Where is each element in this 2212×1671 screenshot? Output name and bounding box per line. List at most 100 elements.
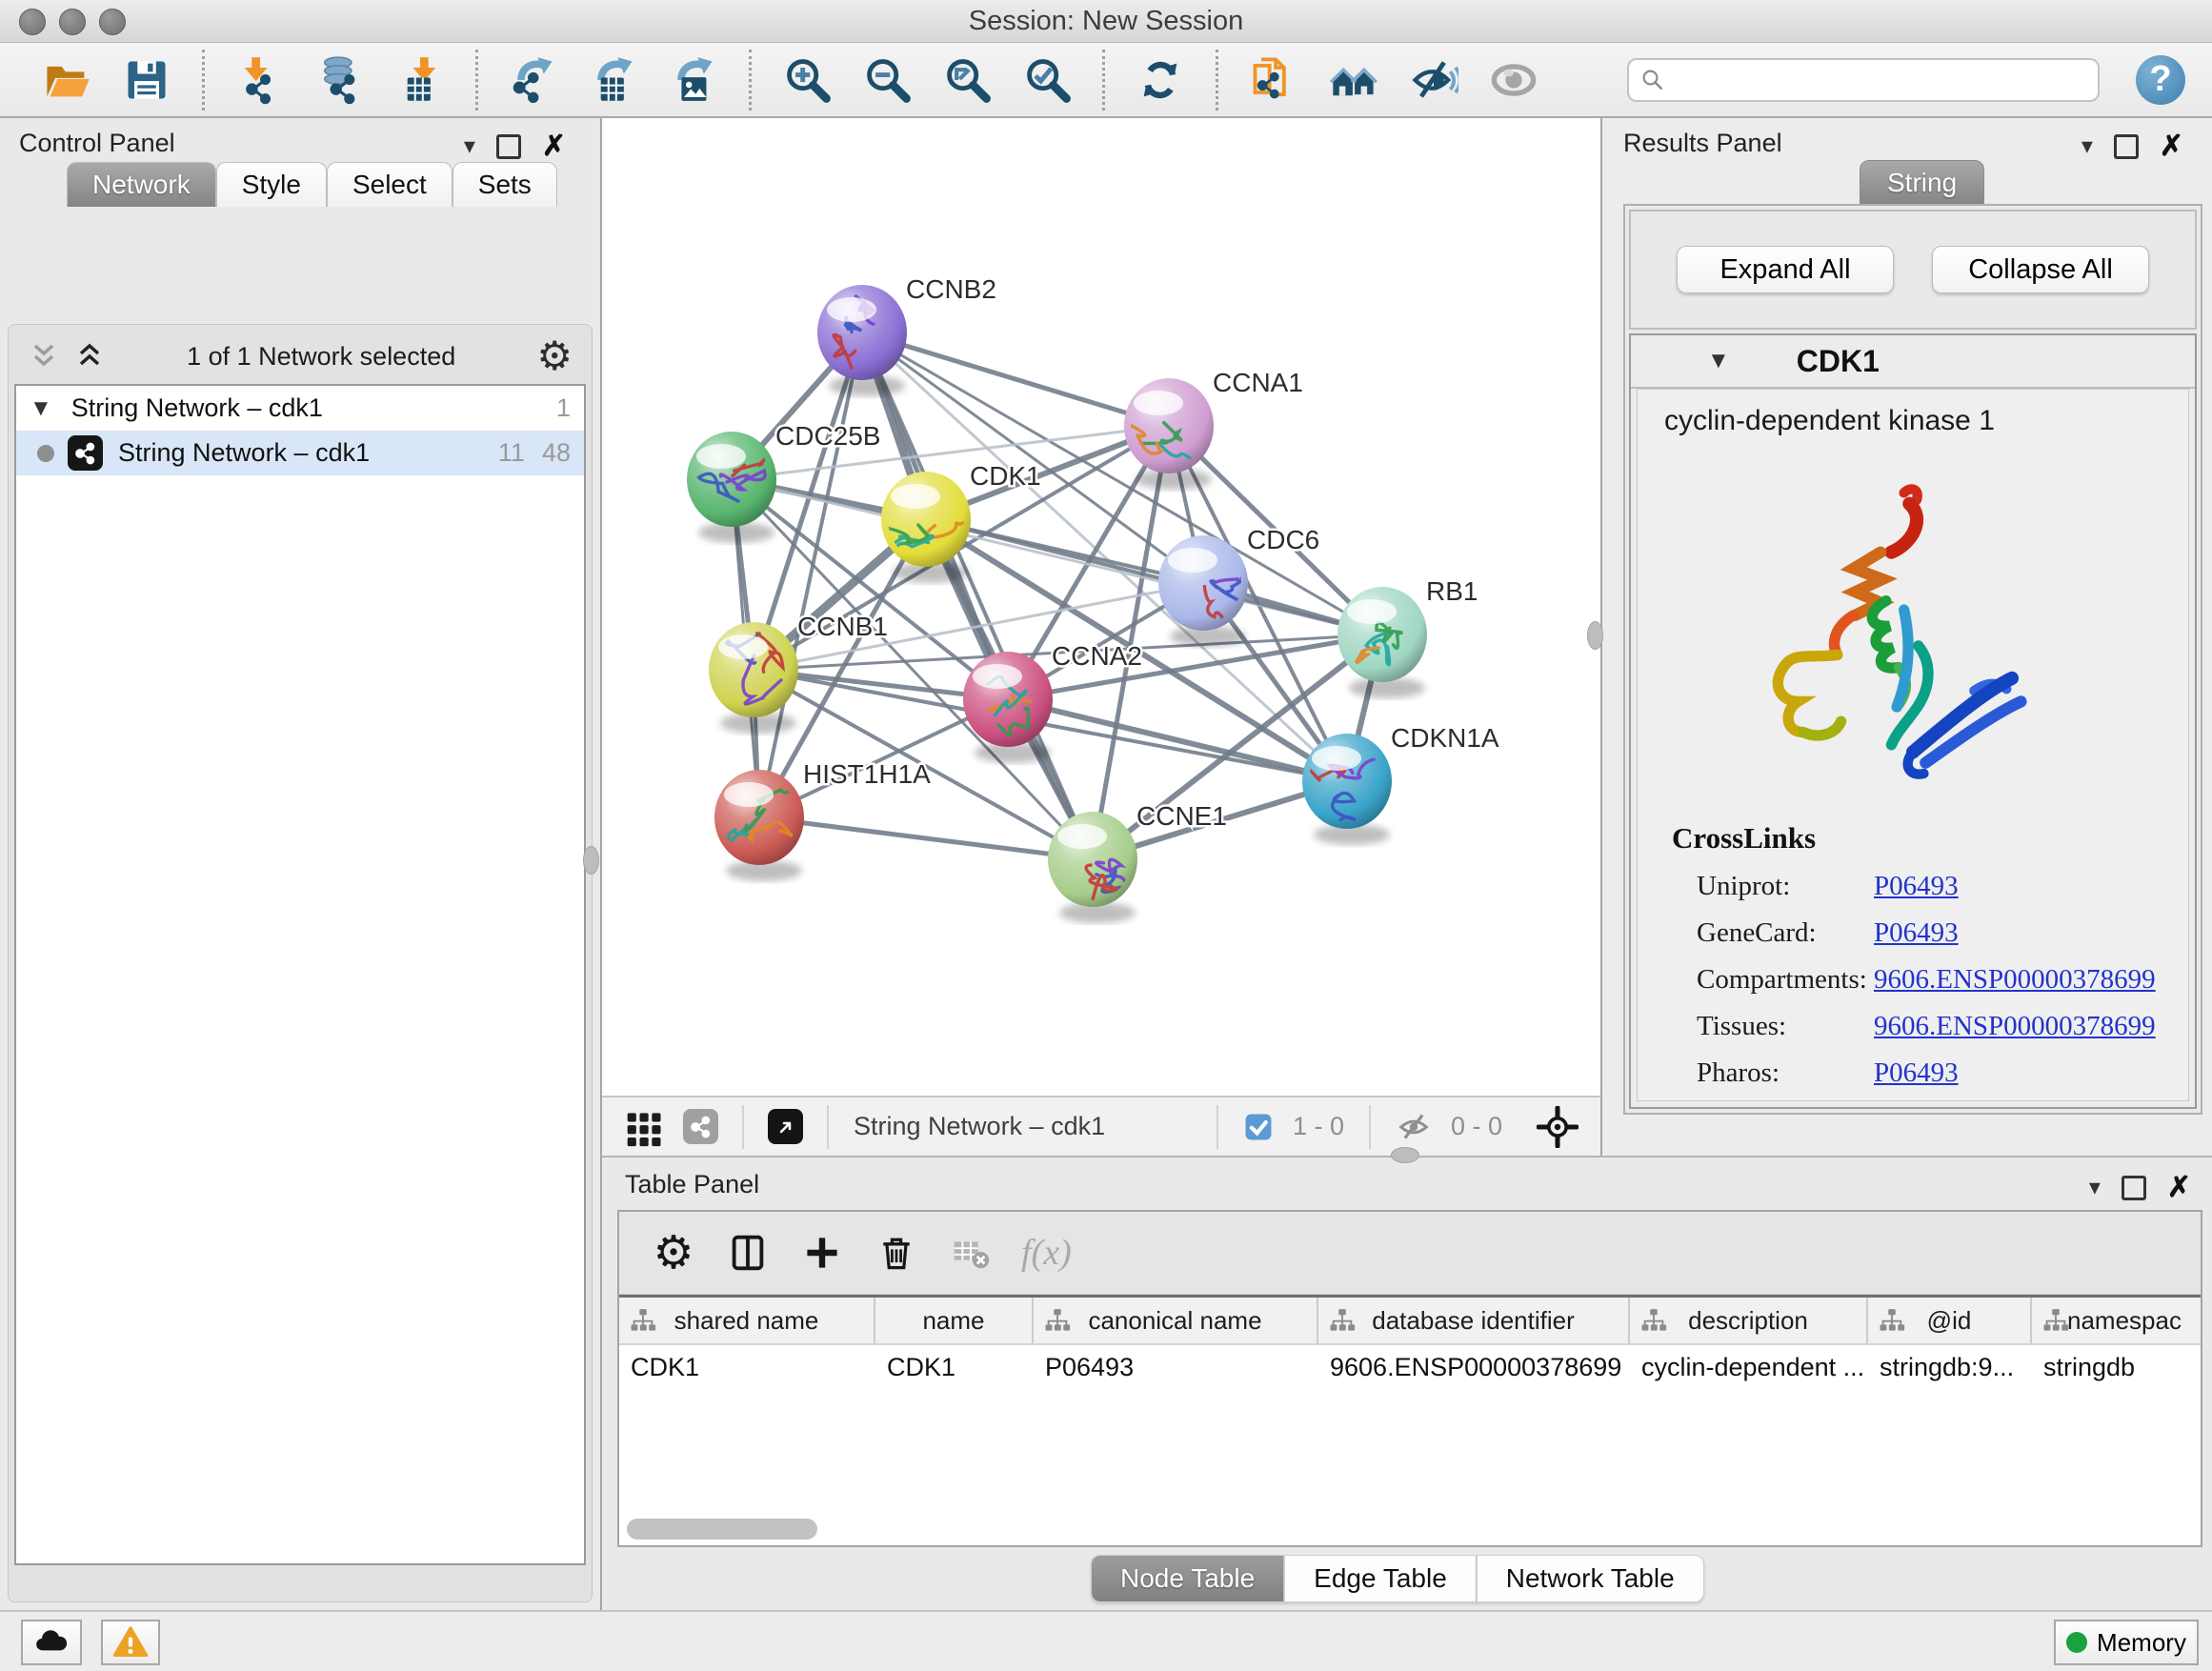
panel-menu-icon[interactable]: ▾ bbox=[2081, 132, 2093, 160]
float-panel-icon[interactable] bbox=[496, 134, 521, 159]
gene-card-header[interactable]: ▼ CDK1 bbox=[1631, 335, 2195, 389]
string-view-icon[interactable] bbox=[683, 1109, 718, 1144]
export-image-icon[interactable] bbox=[667, 53, 720, 107]
export-network-icon[interactable] bbox=[507, 53, 560, 107]
network-graph[interactable]: CCNB2CCNA1CDC25BCDK1CDC6RB1CCNB1CCNA2CDK… bbox=[602, 118, 1600, 1096]
help-button[interactable]: ? bbox=[2136, 55, 2185, 105]
cloud-button[interactable] bbox=[21, 1620, 82, 1665]
collapse-all-icon[interactable] bbox=[28, 340, 60, 372]
warning-icon bbox=[112, 1624, 149, 1661]
current-network-name: String Network – cdk1 bbox=[854, 1112, 1105, 1141]
houses-icon[interactable] bbox=[1327, 53, 1380, 107]
edge-HIST1H1A-CCNE1[interactable] bbox=[759, 817, 1093, 859]
node-CCNB1[interactable] bbox=[709, 622, 798, 734]
close-panel-icon[interactable]: ✗ bbox=[2160, 130, 2183, 163]
zoom-selected-icon[interactable] bbox=[1020, 53, 1074, 107]
zoom-out-icon[interactable] bbox=[860, 53, 914, 107]
node-CCNA2[interactable] bbox=[963, 652, 1053, 763]
network-options-gear-icon[interactable]: ⚙ bbox=[536, 336, 573, 376]
crosslink-link[interactable]: 9606.ENSP00000378699 bbox=[1874, 1011, 2156, 1042]
search-input[interactable] bbox=[1667, 61, 2088, 99]
float-panel-icon[interactable] bbox=[2122, 1176, 2146, 1200]
left-splitter-handle[interactable] bbox=[583, 846, 599, 875]
fit-content-crosshair-icon[interactable] bbox=[1537, 1106, 1579, 1148]
refresh-icon[interactable] bbox=[1134, 53, 1187, 107]
table-row[interactable]: CDK1CDK1P064939606.ENSP00000378699cyclin… bbox=[619, 1345, 2201, 1389]
import-database-icon[interactable] bbox=[313, 53, 367, 107]
string-network-icon bbox=[68, 435, 103, 471]
column-header-database-identifier[interactable]: database identifier bbox=[1318, 1298, 1630, 1343]
toolbar-separator bbox=[1102, 50, 1105, 111]
crosslink-link[interactable]: P06493 bbox=[1874, 917, 1959, 949]
float-panel-icon[interactable] bbox=[2114, 134, 2139, 159]
right-splitter-handle[interactable] bbox=[1587, 621, 1603, 650]
control-panel-title: Control Panel bbox=[19, 122, 175, 164]
node-CDC25B[interactable] bbox=[687, 432, 787, 543]
memory-button[interactable]: Memory bbox=[2054, 1620, 2199, 1665]
edge-CCNB2-CCNA1[interactable] bbox=[862, 332, 1169, 426]
crosslink-row: Pharos:P06493 bbox=[1672, 1057, 2188, 1089]
delete-column-trash-icon[interactable] bbox=[871, 1227, 922, 1278]
expand-all-icon[interactable] bbox=[73, 340, 106, 372]
bottom-splitter-handle[interactable] bbox=[1391, 1147, 1419, 1163]
panel-menu-icon[interactable]: ▾ bbox=[2089, 1174, 2101, 1201]
show-columns-icon[interactable] bbox=[722, 1227, 774, 1278]
close-panel-icon[interactable]: ✗ bbox=[542, 130, 566, 163]
grid-view-icon[interactable] bbox=[624, 1106, 666, 1148]
tab-node-table[interactable]: Node Table bbox=[1091, 1555, 1284, 1602]
panel-menu-icon[interactable]: ▾ bbox=[464, 132, 475, 160]
add-column-plus-icon[interactable] bbox=[796, 1227, 848, 1278]
node-RB1[interactable] bbox=[1337, 587, 1427, 698]
node-CCNB2[interactable] bbox=[817, 285, 907, 396]
table-settings-gear-icon[interactable]: ⚙ bbox=[648, 1227, 699, 1278]
network-canvas[interactable]: CCNB2CCNA1CDC25BCDK1CDC6RB1CCNB1CCNA2CDK… bbox=[602, 118, 1600, 1156]
network-collection-row[interactable]: ▼ String Network – cdk1 1 bbox=[16, 386, 584, 431]
network-view-toolbar: String Network – cdk1 1 - 0 0 - 0 bbox=[602, 1096, 1600, 1156]
selected-checkbox-icon[interactable] bbox=[1242, 1111, 1275, 1143]
document-share-icon[interactable] bbox=[1247, 53, 1300, 107]
zoom-fit-icon[interactable] bbox=[940, 53, 994, 107]
export-table-icon[interactable] bbox=[587, 53, 640, 107]
warnings-button[interactable] bbox=[101, 1620, 160, 1665]
eye-slash-icon[interactable] bbox=[1407, 53, 1460, 107]
crosslink-link[interactable]: P06493 bbox=[1874, 1057, 1959, 1089]
close-panel-icon[interactable]: ✗ bbox=[2167, 1171, 2191, 1204]
scrollbar-thumb[interactable] bbox=[627, 1519, 817, 1540]
zoom-in-icon[interactable] bbox=[780, 53, 834, 107]
import-table-icon[interactable] bbox=[393, 53, 447, 107]
column-header-name[interactable]: name bbox=[875, 1298, 1034, 1343]
column-header-@id[interactable]: @id bbox=[1868, 1298, 2032, 1343]
node-CCNA1[interactable] bbox=[1116, 378, 1214, 490]
expand-all-button[interactable]: Expand All bbox=[1677, 246, 1894, 293]
save-icon[interactable] bbox=[120, 53, 173, 107]
node-HIST1H1A[interactable] bbox=[714, 770, 804, 881]
import-network-icon[interactable] bbox=[233, 53, 287, 107]
column-header-canonical-name[interactable]: canonical name bbox=[1034, 1298, 1318, 1343]
network-row[interactable]: String Network – cdk1 11 48 bbox=[16, 431, 584, 475]
column-header-shared-name[interactable]: shared name bbox=[619, 1298, 875, 1343]
hidden-eye-icon[interactable] bbox=[1395, 1108, 1433, 1146]
crosslinks-section: CrossLinks Uniprot:P06493GeneCard:P06493… bbox=[1672, 821, 2188, 1089]
crosslink-link[interactable]: 9606.ENSP00000378699 bbox=[1874, 964, 2156, 996]
tab-sets[interactable]: Sets bbox=[452, 162, 557, 207]
tab-string[interactable]: String bbox=[1860, 160, 1984, 206]
tab-edge-table[interactable]: Edge Table bbox=[1284, 1555, 1477, 1602]
open-folder-icon[interactable] bbox=[40, 53, 93, 107]
table-cell: 9606.ENSP00000378699 bbox=[1318, 1353, 1630, 1382]
crosslink-link[interactable]: P06493 bbox=[1874, 871, 1959, 902]
tab-style[interactable]: Style bbox=[216, 162, 327, 207]
tab-select[interactable]: Select bbox=[327, 162, 452, 207]
gene-card-body: cyclin-dependent kinase 1 bbox=[1637, 389, 2189, 1101]
edge-CCNB2-HIST1H1A[interactable] bbox=[759, 332, 862, 817]
column-header-namespac[interactable]: namespac bbox=[2032, 1298, 2212, 1343]
tab-network[interactable]: Network bbox=[67, 162, 216, 207]
birds-eye-view-icon[interactable] bbox=[768, 1109, 803, 1144]
tab-network-table[interactable]: Network Table bbox=[1477, 1555, 1704, 1602]
collapse-all-button[interactable]: Collapse All bbox=[1932, 246, 2149, 293]
node-CDKN1A[interactable] bbox=[1301, 734, 1392, 845]
gene-description: cyclin-dependent kinase 1 bbox=[1664, 405, 2188, 437]
gene-expander-icon[interactable]: ▼ bbox=[1707, 348, 1730, 374]
column-header-description[interactable]: description bbox=[1630, 1298, 1868, 1343]
collection-expander-icon[interactable]: ▼ bbox=[30, 395, 52, 422]
node-CCNE1[interactable] bbox=[1048, 812, 1137, 923]
